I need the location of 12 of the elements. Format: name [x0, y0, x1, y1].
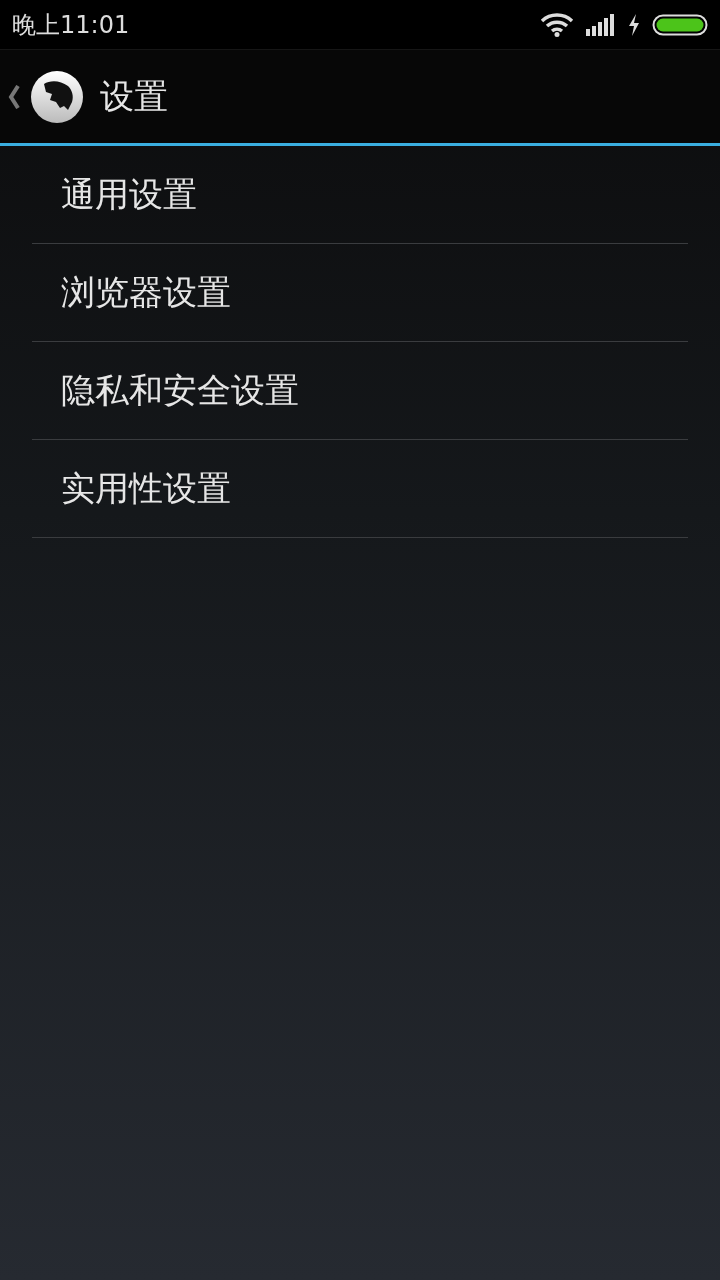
settings-item[interactable]: 通用设置 — [32, 146, 688, 244]
signal-icon — [586, 13, 616, 36]
back-icon[interactable] — [8, 84, 20, 109]
settings-item[interactable]: 隐私和安全设置 — [32, 342, 688, 440]
wifi-icon — [540, 12, 574, 37]
charging-icon — [628, 13, 640, 36]
battery-icon — [652, 13, 708, 36]
screen-title: 设置 — [100, 74, 168, 118]
settings-item[interactable]: 实用性设置 — [32, 440, 688, 538]
status-time: 晚上11:01 — [12, 9, 130, 41]
app-icon — [30, 69, 84, 124]
settings-item[interactable]: 浏览器设置 — [32, 244, 688, 342]
